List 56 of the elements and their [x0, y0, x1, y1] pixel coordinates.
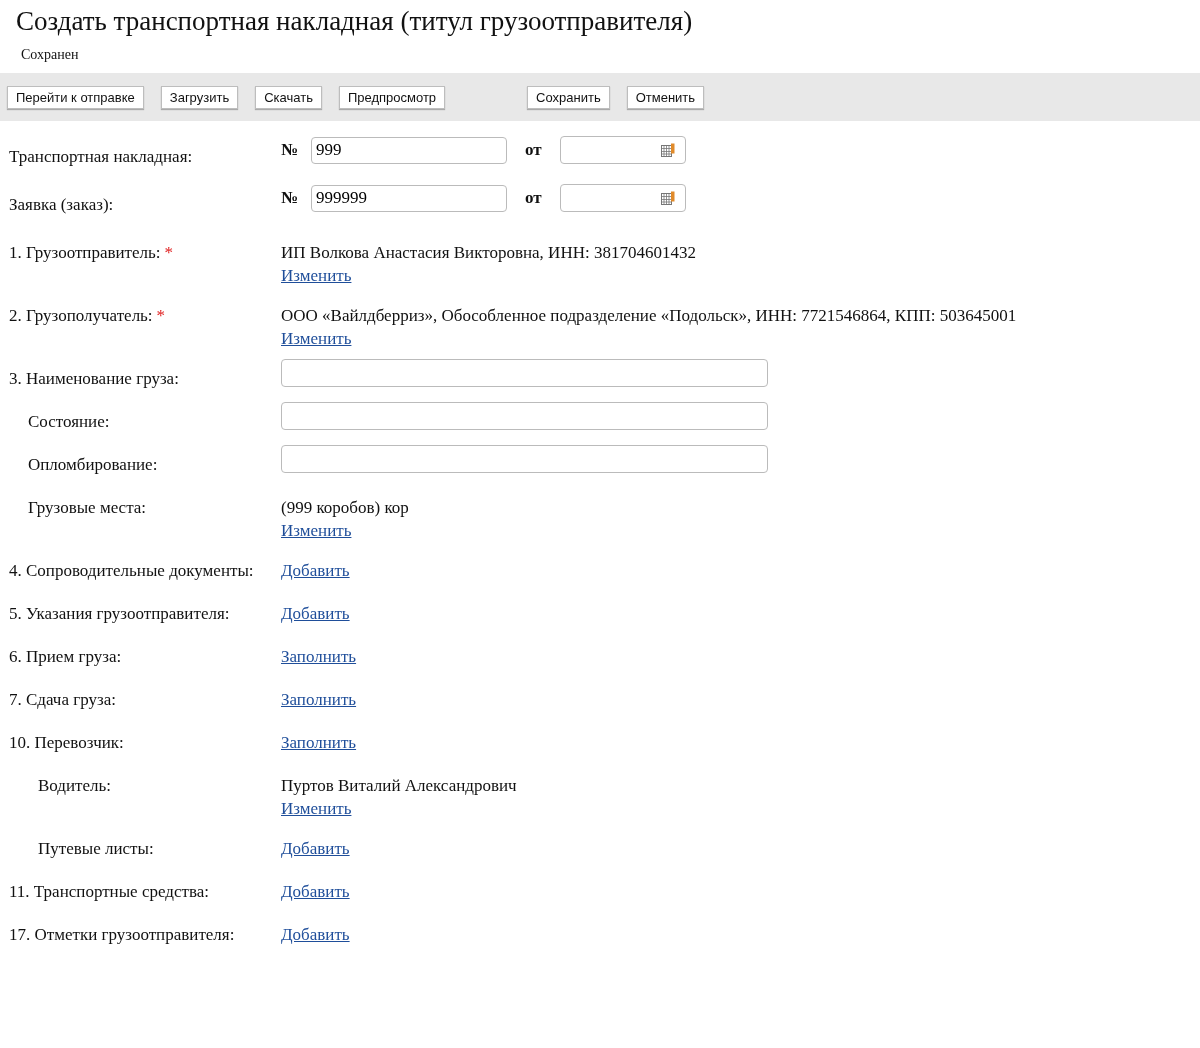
- value-text: (999 коробов) кор: [281, 497, 409, 519]
- field-label: 17. Отметки грузоотправителя:: [9, 925, 235, 944]
- action-link[interactable]: Добавить: [281, 839, 350, 858]
- change-link[interactable]: Изменить: [281, 799, 352, 818]
- text-input[interactable]: [281, 359, 768, 387]
- field-label: 3. Наименование груза:: [9, 369, 179, 388]
- status-text: Сохранен: [21, 47, 79, 63]
- field-label: 5. Указания грузоотправителя:: [9, 604, 230, 623]
- toolbar-button[interactable]: Загрузить: [160, 85, 239, 109]
- field-label: Водитель:: [38, 776, 112, 795]
- change-link[interactable]: Изменить: [281, 266, 352, 285]
- text-input[interactable]: [281, 402, 768, 430]
- field-label: 4. Сопроводительные документы:: [9, 561, 254, 580]
- date-label: от: [525, 188, 542, 208]
- date-input[interactable]: [559, 184, 686, 212]
- number-input[interactable]: 999999: [311, 184, 507, 212]
- action-link[interactable]: Добавить: [281, 882, 350, 901]
- action-link[interactable]: Добавить: [281, 561, 350, 580]
- value-text: ИП Волкова Анастасия Викторовна, ИНН: 381704601432: [281, 242, 696, 264]
- calendar-icon[interactable]: [660, 143, 675, 157]
- number-input[interactable]: 999: [311, 136, 507, 164]
- toolbar-button[interactable]: Перейти к отправке: [7, 85, 144, 109]
- field-label: Опломбирование:: [28, 455, 158, 474]
- value-text: ООО «Вайлдберриз», Обособленное подразделение «Подольск», ИНН: 7721546864, КПП: 503645001: [281, 305, 1017, 327]
- date-input[interactable]: [559, 136, 686, 164]
- field-label: 7. Сдача груза:: [9, 690, 116, 709]
- action-link[interactable]: Заполнить: [281, 647, 357, 666]
- date-label: от: [525, 140, 542, 160]
- action-link[interactable]: Добавить: [281, 604, 350, 623]
- text-input[interactable]: [281, 445, 768, 473]
- field-label: 10. Перевозчик:: [9, 733, 124, 752]
- change-link[interactable]: Изменить: [281, 329, 352, 348]
- page-title: Создать транспортная накладная (титул грузоотправителя): [15, 5, 694, 37]
- value-text: Пуртов Виталий Александрович: [281, 775, 517, 797]
- field-label: Заявка (заказ):: [9, 195, 114, 214]
- field-label: Путевые листы:: [38, 839, 154, 858]
- number-sign: №: [281, 188, 300, 208]
- field-label: Транспортная накладная:: [9, 147, 193, 166]
- action-link[interactable]: Заполнить: [281, 733, 357, 752]
- field-label: 6. Прием груза:: [9, 647, 122, 666]
- field-label: Состояние:: [28, 412, 110, 431]
- calendar-icon[interactable]: [660, 191, 675, 205]
- action-link[interactable]: Заполнить: [281, 690, 357, 709]
- action-link[interactable]: Добавить: [281, 925, 350, 944]
- required-mark: *: [164, 243, 174, 262]
- field-label: 11. Транспортные средства:: [9, 882, 209, 901]
- toolbar-button[interactable]: Скачать: [255, 85, 322, 109]
- number-sign: №: [281, 140, 300, 160]
- field-label: 2. Грузополучатель:: [9, 306, 153, 325]
- toolbar-button[interactable]: Сохранить: [527, 85, 610, 109]
- field-label: Грузовые места:: [28, 498, 147, 517]
- change-link[interactable]: Изменить: [281, 521, 352, 540]
- toolbar-button[interactable]: Предпросмотр: [338, 85, 446, 109]
- toolbar-button[interactable]: Отменить: [626, 85, 705, 109]
- required-mark: *: [156, 306, 166, 325]
- field-label: 1. Грузоотправитель:: [9, 243, 161, 262]
